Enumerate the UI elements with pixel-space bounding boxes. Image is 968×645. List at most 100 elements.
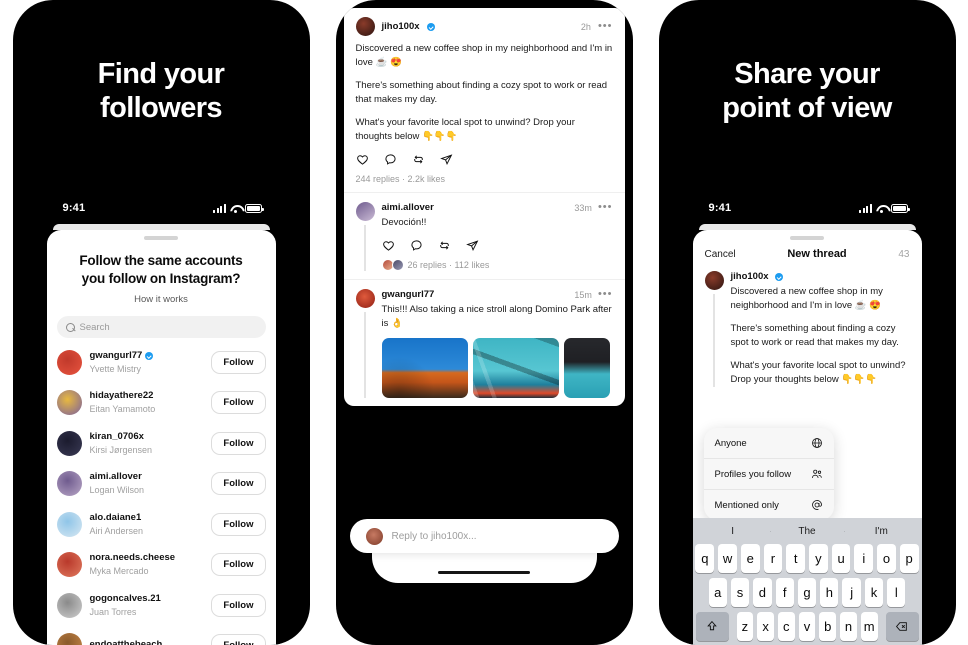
list-item[interactable]: kiran_0706x Kirsi Jørgensen Follow [47, 423, 276, 464]
carousel-image-teal-bridge-structure[interactable] [472, 337, 559, 398]
key-v[interactable]: v [798, 612, 816, 641]
reply-stats-row[interactable]: 26 replies · 112 likes [381, 259, 613, 272]
keyboard-row-1: qwertyuiop [695, 544, 919, 573]
menu-item-anyone[interactable]: Anyone [703, 428, 834, 459]
backspace-key[interactable] [885, 612, 919, 641]
key-o[interactable]: o [877, 544, 896, 573]
key-g[interactable]: g [797, 578, 817, 607]
post-username[interactable]: jiho100x [382, 21, 420, 32]
list-item-meta: alo.daiane1 Airi Andersen [90, 512, 204, 537]
menu-item-mentioned-only[interactable]: Mentioned only [704, 490, 834, 520]
how-it-works-link[interactable]: How it works [47, 287, 276, 305]
list-item[interactable]: gogoncalves.21 Juan Torres Follow [47, 585, 276, 626]
key-s[interactable]: s [730, 578, 750, 607]
key-n[interactable]: n [840, 612, 857, 641]
follow-button[interactable]: Follow [211, 593, 266, 617]
list-item[interactable]: hidayathere22 Eitan Yamamoto Follow [47, 383, 276, 424]
like-icon[interactable] [382, 239, 395, 252]
reply-username[interactable]: aimi.allover [382, 202, 434, 213]
key-z[interactable]: z [736, 612, 754, 641]
key-y[interactable]: y [809, 544, 828, 573]
list-item[interactable]: aimi.allover Logan Wilson Follow [47, 464, 276, 505]
avatar[interactable] [56, 471, 82, 497]
reply-image-carousel[interactable] [381, 337, 613, 398]
avatar[interactable] [704, 271, 724, 290]
follow-button[interactable]: Follow [211, 391, 266, 415]
composer-body[interactable]: jiho100x Discovered a new coffee shop in… [731, 271, 910, 387]
more-options-icon[interactable]: ••• [598, 202, 613, 213]
key-f[interactable]: f [775, 578, 794, 607]
avatar[interactable] [56, 592, 82, 618]
composer-text[interactable]: Discovered a new coffee shop in my neigh… [731, 285, 910, 387]
key-p[interactable]: p [899, 544, 919, 573]
avatar[interactable] [56, 511, 82, 537]
key-c[interactable]: c [777, 612, 795, 641]
search-input[interactable]: Search [56, 316, 266, 339]
key-h[interactable]: h [820, 578, 839, 607]
key-q[interactable]: q [695, 544, 715, 573]
comment-icon[interactable] [410, 239, 423, 252]
cancel-button[interactable]: Cancel [705, 249, 736, 260]
reply-item: gwangurl77 15m ••• This!!! Also taking a… [343, 279, 625, 406]
follow-button[interactable]: Follow [211, 634, 266, 645]
prediction-item[interactable]: I [696, 526, 770, 537]
prediction-item[interactable]: I'm [844, 526, 918, 537]
menu-item-profiles-you-follow[interactable]: Profiles you follow [703, 459, 834, 490]
key-b[interactable]: b [819, 612, 837, 641]
key-r[interactable]: r [763, 544, 783, 573]
key-j[interactable]: j [842, 578, 861, 607]
follow-button[interactable]: Follow [211, 472, 266, 496]
list-item[interactable]: gwangurl77 Yvette Mistry Follow [47, 342, 276, 383]
follow-button[interactable]: Follow [211, 350, 266, 374]
list-item[interactable]: alo.daiane1 Airi Andersen Follow [47, 504, 276, 545]
list-item[interactable]: endoatthebeach Follow [47, 626, 276, 645]
key-d[interactable]: d [753, 578, 772, 607]
wifi-icon [876, 204, 887, 213]
key-e[interactable]: e [740, 544, 760, 573]
share-icon[interactable] [465, 239, 479, 252]
key-l[interactable]: l [887, 578, 906, 607]
follow-button[interactable]: Follow [211, 431, 266, 455]
post-stats[interactable]: 244 replies · 2.2k likes [356, 174, 613, 184]
key-i[interactable]: i [854, 544, 874, 573]
thread-line [713, 294, 715, 388]
repost-icon[interactable] [412, 153, 425, 166]
key-x[interactable]: x [757, 612, 774, 641]
share-icon[interactable] [439, 153, 453, 166]
reply-username[interactable]: gwangurl77 [382, 289, 435, 300]
keyboard-row-3: zxcvbnm [695, 612, 919, 641]
follow-button[interactable]: Follow [211, 512, 266, 536]
reply-header: gwangurl77 15m ••• [382, 289, 613, 301]
key-a[interactable]: a [708, 578, 727, 607]
key-w[interactable]: w [718, 544, 737, 573]
carousel-image-teal-structure-edge[interactable] [563, 337, 610, 398]
avatar [365, 527, 383, 545]
avatar[interactable] [56, 390, 82, 416]
avatar[interactable] [56, 349, 82, 375]
shift-key[interactable] [695, 612, 729, 641]
list-item-meta: gwangurl77 Yvette Mistry [90, 350, 204, 375]
carousel-image-domino-sugar-sign[interactable] [381, 337, 468, 398]
avatar[interactable] [56, 430, 82, 456]
account-username: gwangurl77 [90, 350, 204, 362]
more-options-icon[interactable]: ••• [598, 21, 613, 32]
avatar[interactable] [355, 202, 375, 222]
post-actions [356, 153, 613, 166]
list-item[interactable]: nora.needs.cheese Myka Mercado Follow [47, 545, 276, 586]
follow-button[interactable]: Follow [211, 553, 266, 577]
like-icon[interactable] [356, 153, 369, 166]
prediction-item[interactable]: The [769, 526, 844, 537]
key-k[interactable]: k [864, 578, 884, 607]
reply-composer[interactable]: Reply to jiho100x... [349, 519, 619, 553]
repost-icon[interactable] [438, 239, 451, 252]
comment-icon[interactable] [384, 153, 397, 166]
avatar[interactable] [355, 289, 375, 309]
status-icons [213, 203, 264, 213]
more-options-icon[interactable]: ••• [598, 289, 613, 300]
key-t[interactable]: t [786, 544, 805, 573]
avatar[interactable] [56, 633, 82, 645]
avatar[interactable] [355, 17, 375, 36]
key-m[interactable]: m [860, 612, 878, 641]
key-u[interactable]: u [831, 544, 851, 573]
avatar[interactable] [56, 552, 82, 578]
